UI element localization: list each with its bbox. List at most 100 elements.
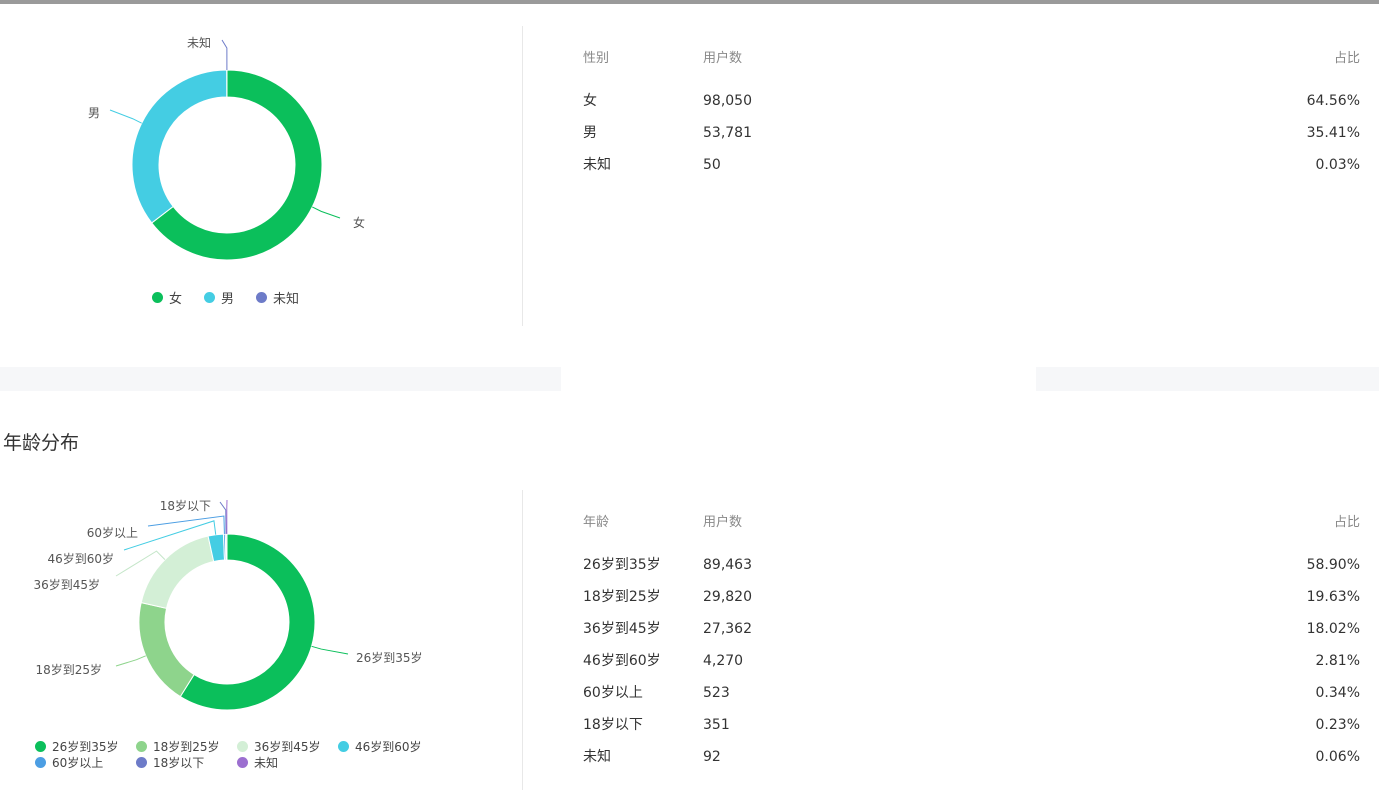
age-leader-line <box>219 501 227 535</box>
legend-label: 女 <box>169 291 183 307</box>
age-slice-label: 60岁以上 <box>87 525 138 540</box>
legend-label: 未知 <box>254 755 279 770</box>
gender-slice-label: 男 <box>88 106 100 120</box>
row-label: 46岁到60岁 <box>583 653 661 669</box>
age-slice-label: 18岁到25岁 <box>35 662 102 677</box>
legend-swatch <box>204 291 216 303</box>
gender-table: 性别 用户数 占比 女 98,050 64.56% 男 53,781 35.41% 未知 50… <box>583 47 1360 187</box>
row-users: 351 <box>703 717 730 733</box>
row-label: 18岁到25岁 <box>583 589 661 605</box>
age-legend: 26岁到35岁 18岁到25岁 36岁到45岁 46岁到60岁 60岁以上 18岁以下 未知 <box>35 738 455 770</box>
row-ratio: 64.56% <box>1306 93 1360 109</box>
row-label: 未知 <box>583 157 611 173</box>
row-ratio: 0.23% <box>1315 717 1360 733</box>
age-table-row: 46岁到60岁 4,270 2.81% <box>583 651 1360 683</box>
gender-slice[interactable] <box>131 69 228 224</box>
legend-swatch <box>152 291 163 303</box>
row-ratio: 0.06% <box>1315 749 1360 765</box>
age-donut-chart: 26岁到35岁 18岁到25岁 36岁到45岁 46岁到60岁 60岁以上 18岁以下 未知 <box>33 489 423 711</box>
gender-legend-item[interactable]: 男 <box>204 289 234 307</box>
age-slice-label: 26岁到35岁 <box>356 650 423 665</box>
age-table-row: 36岁到45岁 27,362 18.02% <box>583 619 1360 651</box>
legend-swatch <box>256 291 268 303</box>
legend-label: 18岁到25岁 <box>153 739 220 754</box>
row-users: 89,463 <box>703 557 752 573</box>
legend-swatch <box>136 740 147 752</box>
row-users: 27,362 <box>703 621 752 637</box>
row-ratio: 2.81% <box>1315 653 1360 669</box>
age-leader-line <box>115 655 146 667</box>
gender-legend-item[interactable]: 女 <box>152 289 183 307</box>
row-label: 36岁到45岁 <box>583 621 661 637</box>
legend-swatch <box>237 756 248 768</box>
section-separator-right <box>1036 367 1379 391</box>
age-slice-label: 未知 <box>227 489 251 503</box>
row-ratio: 19.63% <box>1306 589 1360 605</box>
legend-label: 60岁以上 <box>52 755 104 770</box>
legend-label: 36岁到45岁 <box>254 739 321 754</box>
row-users: 4,270 <box>703 653 744 669</box>
row-label: 18岁以下 <box>583 717 643 733</box>
legend-label: 46岁到60岁 <box>355 739 422 754</box>
row-users: 92 <box>703 749 721 765</box>
section-separator-left <box>0 367 561 391</box>
gender-table-header: 性别 用户数 占比 <box>583 47 1360 67</box>
row-ratio: 35.41% <box>1306 125 1360 141</box>
gender-legend-item[interactable]: 未知 <box>256 289 300 307</box>
header-gender: 性别 <box>583 51 610 66</box>
age-table-row: 26岁到35岁 89,463 58.90% <box>583 555 1360 587</box>
age-table-row: 18岁以下 351 0.23% <box>583 715 1360 747</box>
age-legend-item[interactable]: 60岁以上 <box>35 754 136 770</box>
gender-slice-label: 未知 <box>187 36 211 50</box>
age-slice[interactable] <box>138 602 195 698</box>
gender-leader-line <box>312 206 341 219</box>
header-users: 用户数 <box>703 51 743 66</box>
row-ratio: 58.90% <box>1306 557 1360 573</box>
row-ratio: 18.02% <box>1306 621 1360 637</box>
row-label: 未知 <box>583 749 611 765</box>
row-ratio: 0.03% <box>1315 157 1360 173</box>
header-age: 年龄 <box>583 515 610 530</box>
age-slice-label: 36岁到45岁 <box>33 577 100 592</box>
gender-table-row: 未知 50 0.03% <box>583 155 1360 187</box>
age-table: 年龄 用户数 占比 26岁到35岁 89,463 58.90% 18岁到25岁 29,8… <box>583 511 1360 779</box>
gender-slice-label: 女 <box>353 215 365 230</box>
row-label: 男 <box>583 125 597 141</box>
age-legend-item[interactable]: 36岁到45岁 <box>237 738 338 754</box>
legend-label: 26岁到35岁 <box>52 739 119 754</box>
gender-divider <box>522 26 523 326</box>
row-ratio: 0.34% <box>1315 685 1360 701</box>
row-label: 26岁到35岁 <box>583 557 661 573</box>
age-leader-line <box>147 515 225 535</box>
row-users: 29,820 <box>703 589 752 605</box>
header-ratio: 占比 <box>1333 515 1360 530</box>
age-divider <box>522 490 523 790</box>
gender-table-row: 男 53,781 35.41% <box>583 123 1360 155</box>
age-slice[interactable] <box>140 535 215 609</box>
age-table-header: 年龄 用户数 占比 <box>583 511 1360 531</box>
row-users: 523 <box>703 685 730 701</box>
gender-table-row: 女 98,050 64.56% <box>583 91 1360 123</box>
legend-label: 未知 <box>273 291 300 307</box>
gender-leader-line <box>109 109 142 124</box>
row-users: 53,781 <box>703 125 752 141</box>
age-legend-item[interactable]: 26岁到35岁 <box>35 738 136 754</box>
row-users: 50 <box>703 157 721 173</box>
age-slice-label: 46岁到60岁 <box>47 551 114 566</box>
age-legend-item[interactable]: 46岁到60岁 <box>338 738 439 754</box>
legend-swatch <box>35 756 46 768</box>
age-legend-item[interactable]: 未知 <box>237 754 338 770</box>
row-users: 98,050 <box>703 93 752 109</box>
age-table-row: 18岁到25岁 29,820 19.63% <box>583 587 1360 619</box>
age-section-title: 年龄分布 <box>3 432 80 454</box>
age-legend-item[interactable]: 18岁以下 <box>136 754 237 770</box>
legend-label: 18岁以下 <box>153 755 205 770</box>
header-ratio: 占比 <box>1333 51 1360 66</box>
age-legend-item[interactable]: 18岁到25岁 <box>136 738 237 754</box>
age-table-row: 未知 92 0.06% <box>583 747 1360 779</box>
legend-swatch <box>35 740 46 752</box>
legend-swatch <box>237 740 248 752</box>
age-leader-line <box>311 645 349 655</box>
age-slice-label: 18岁以下 <box>160 498 211 513</box>
row-label: 女 <box>583 93 597 109</box>
